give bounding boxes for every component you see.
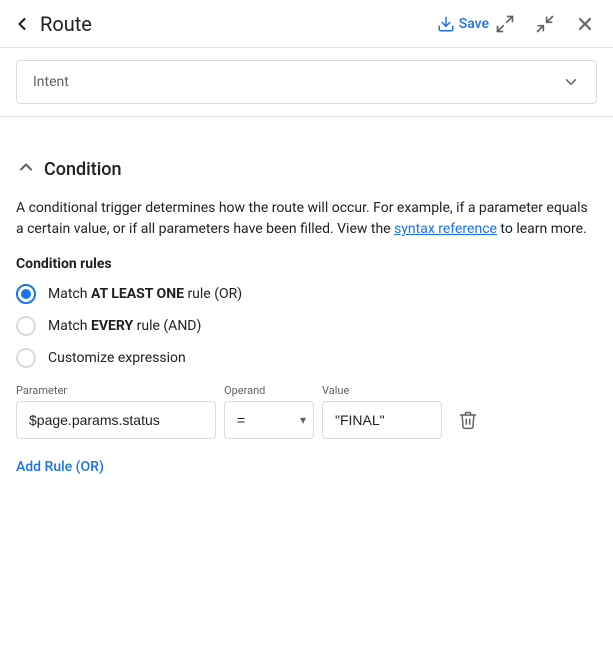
- intent-label: Intent: [33, 74, 69, 90]
- intent-section: Intent: [0, 48, 613, 117]
- operand-wrapper: = != < > ▾: [224, 401, 314, 439]
- value-input[interactable]: [322, 401, 442, 439]
- radio-custom[interactable]: Customize expression: [16, 348, 597, 368]
- parameter-input[interactable]: [16, 401, 216, 439]
- condition-section: Condition A conditional trigger determin…: [0, 141, 613, 487]
- page-title: Route: [40, 12, 429, 36]
- save-label: Save: [459, 16, 489, 32]
- fullscreen-button[interactable]: [489, 8, 521, 40]
- save-button[interactable]: Save: [437, 15, 489, 33]
- radio-or[interactable]: Match AT LEAST ONE rule (OR): [16, 284, 597, 304]
- condition-rules-label: Condition rules: [16, 256, 597, 272]
- radio-custom-label: Customize expression: [48, 350, 186, 366]
- header-icons: [489, 8, 601, 40]
- radio-group: Match AT LEAST ONE rule (OR) Match EVERY…: [16, 284, 597, 368]
- intent-dropdown-icon: [562, 73, 580, 91]
- condition-collapse-icon[interactable]: [16, 157, 36, 182]
- condition-header: Condition: [16, 157, 597, 182]
- operand-select[interactable]: = != < >: [224, 401, 314, 439]
- spacer: [0, 117, 613, 141]
- back-button[interactable]: [12, 14, 32, 34]
- radio-and[interactable]: Match EVERY rule (AND): [16, 316, 597, 336]
- syntax-reference-link[interactable]: syntax reference: [394, 221, 497, 237]
- collapse-button[interactable]: [529, 8, 561, 40]
- operand-field-group: Operand = != < > ▾: [224, 384, 314, 439]
- condition-description: A conditional trigger determines how the…: [16, 198, 597, 240]
- radio-or-inner: [21, 289, 31, 299]
- rule-row: Parameter Operand = != < > ▾ Value: [16, 384, 597, 439]
- value-label: Value: [322, 384, 442, 397]
- operand-label: Operand: [224, 384, 314, 397]
- value-field-group: Value: [322, 384, 442, 439]
- radio-and-circle: [16, 316, 36, 336]
- radio-custom-circle: [16, 348, 36, 368]
- parameter-label: Parameter: [16, 384, 216, 397]
- intent-dropdown[interactable]: Intent: [16, 60, 597, 104]
- radio-or-circle: [16, 284, 36, 304]
- delete-rule-button[interactable]: [450, 403, 486, 439]
- parameter-field-group: Parameter: [16, 384, 216, 439]
- header: Route Save: [0, 0, 613, 48]
- radio-or-label: Match AT LEAST ONE rule (OR): [48, 286, 242, 302]
- add-rule-button[interactable]: Add Rule (OR): [16, 455, 104, 479]
- close-button[interactable]: [569, 8, 601, 40]
- condition-title: Condition: [44, 159, 122, 180]
- radio-and-label: Match EVERY rule (AND): [48, 318, 201, 334]
